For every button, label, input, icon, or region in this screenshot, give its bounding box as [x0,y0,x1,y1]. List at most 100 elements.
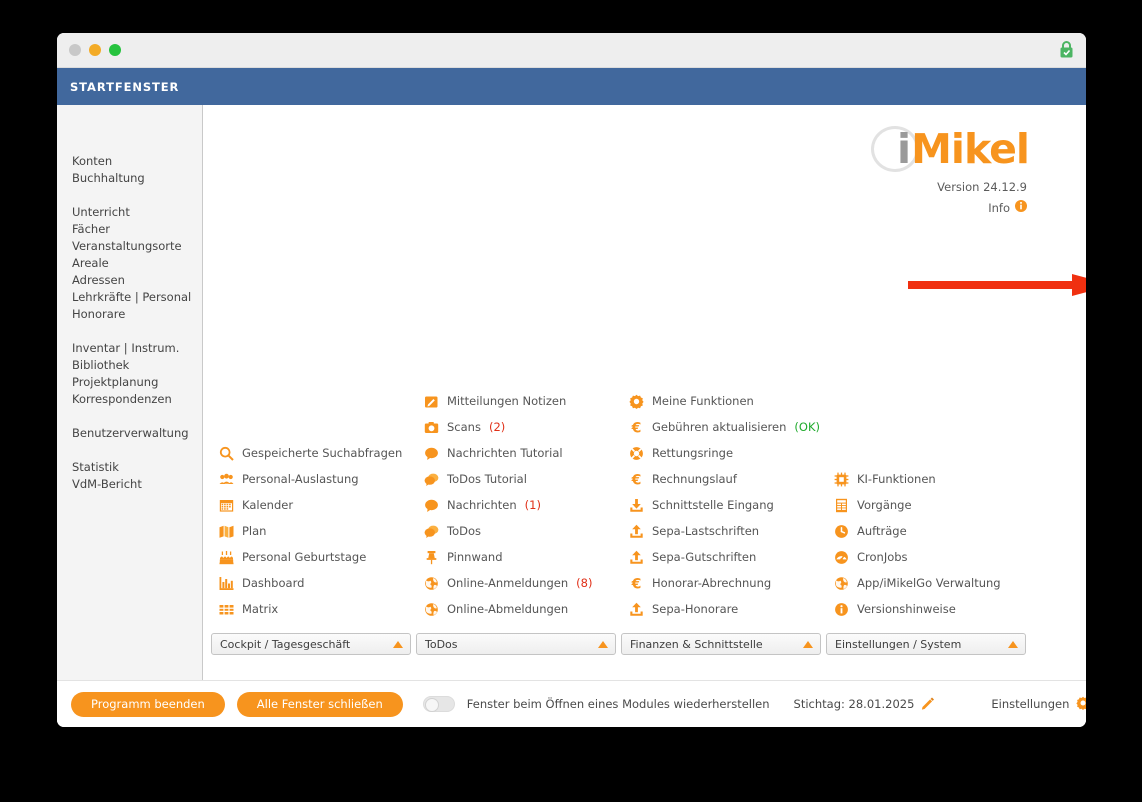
sidebar-item-buchhaltung[interactable]: Buchhaltung [57,170,202,187]
euro-icon: € [629,420,644,435]
module-label: Pinnwand [447,550,503,564]
pencil-icon[interactable] [921,696,935,713]
minimize-window-button[interactable] [89,44,101,56]
module-dashboard[interactable]: Dashboard [211,570,416,596]
stichtag-field[interactable]: Stichtag: 28.01.2025 [794,696,936,713]
sidebar-item-honorare[interactable]: Honorare [57,306,202,323]
module-label: Matrix [242,602,279,616]
svg-text:€: € [631,420,642,435]
sidebar-item-faecher[interactable]: Fächer [57,221,202,238]
module-app-imikelgo-verwaltung[interactable]: App/iMikelGo Verwaltung [826,570,1031,596]
module-label: Schnittstelle Eingang [652,498,774,512]
module-personal-auslastung[interactable]: Personal-Auslastung [211,466,416,492]
tab-label: Finanzen & Schnittstelle [630,637,763,651]
info-link[interactable]: Info [769,200,1029,215]
document-list-icon [834,498,849,513]
clock-icon [834,524,849,539]
module-pinnwand[interactable]: Pinnwand [416,544,621,570]
module-label: Dashboard [242,576,305,590]
module-label: Scans [447,420,481,434]
module-label: Personal-Auslastung [242,472,359,486]
version-label: Version 24.12.9 [937,180,1027,194]
close-window-button[interactable] [69,44,81,56]
module-plan[interactable]: Plan [211,518,416,544]
upload-icon [629,524,644,539]
module-label: Gebühren aktualisieren [652,420,787,434]
module-auftraege[interactable]: Aufträge [826,518,1031,544]
sidebar-item-korrespondenzen[interactable]: Korrespondenzen [57,391,202,408]
module-ki-funktionen[interactable]: KI-Funktionen [826,466,1031,492]
module-personal-geburtstage[interactable]: Personal Geburtstage [211,544,416,570]
speech-bubble-icon [424,446,439,461]
module-honorar-abrechnung[interactable]: € Honorar-Abrechnung [621,570,826,596]
sidebar-item-inventar-instrum[interactable]: Inventar | Instrum. [57,340,202,357]
sidebar-item-benutzerverwaltung[interactable]: Benutzerverwaltung [57,425,202,442]
module-label: Nachrichten [447,498,517,512]
sidebar-item-bibliothek[interactable]: Bibliothek [57,357,202,374]
tab-todos[interactable]: ToDos [416,633,616,655]
module-rechnungslauf[interactable]: € Rechnungslauf [621,466,826,492]
settings-button[interactable]: Einstellungen [991,696,1086,713]
module-scans[interactable]: Scans (2) [416,414,621,440]
module-nachrichten[interactable]: Nachrichten (1) [416,492,621,518]
module-label: Honorar-Abrechnung [652,576,772,590]
sidebar-item-konten[interactable]: Konten [57,153,202,170]
module-gebuehren-aktualisieren[interactable]: € Gebühren aktualisieren (OK) [621,414,826,440]
module-schnittstelle-eingang[interactable]: Schnittstelle Eingang [621,492,826,518]
sidebar-item-projektplanung[interactable]: Projektplanung [57,374,202,391]
module-cronjobs[interactable]: CronJobs [826,544,1031,570]
module-vorgaenge[interactable]: Vorgänge [826,492,1031,518]
toggle-knob [424,698,439,712]
module-sepa-honorare[interactable]: Sepa-Honorare [621,596,826,622]
module-column-todos: Mitteilungen Notizen Scans (2) Nachricht… [416,388,621,622]
badge-status: (OK) [794,420,820,434]
module-label: Sepa-Honorare [652,602,739,616]
restore-windows-toggle[interactable] [422,696,455,712]
module-label: Aufträge [857,524,907,538]
sidebar-item-statistik[interactable]: Statistik [57,459,202,476]
module-label: Mitteilungen Notizen [447,394,567,408]
tab-einstellungen-system[interactable]: Einstellungen / System [826,633,1026,655]
module-label: Personal Geburtstage [242,550,367,564]
chevron-up-icon [803,640,813,648]
sidebar-item-vdm-bericht[interactable]: VdM-Bericht [57,476,202,493]
tab-finanzen-schnittstelle[interactable]: Finanzen & Schnittstelle [621,633,821,655]
module-online-anmeldungen[interactable]: Online-Anmeldungen (8) [416,570,621,596]
grid-table-icon [219,602,234,617]
module-meine-funktionen[interactable]: Meine Funktionen [621,388,826,414]
module-versionshinweise[interactable]: Versionshinweise [826,596,1031,622]
badge-count: (2) [488,420,506,434]
module-label: CronJobs [857,550,908,564]
map-icon [219,524,234,539]
module-sepa-lastschriften[interactable]: Sepa-Lastschriften [621,518,826,544]
calendar-icon [219,498,234,513]
maximize-window-button[interactable] [109,44,121,56]
sidebar-divider [57,323,202,340]
module-online-abmeldungen[interactable]: Online-Abmeldungen [416,596,621,622]
close-all-windows-button[interactable]: Alle Fenster schließen [236,691,403,717]
module-gespeicherte-suchabfragen[interactable]: Gespeicherte Suchabfragen [211,440,416,466]
sidebar-item-lehrkraefte-personal[interactable]: Lehrkräfte | Personal [57,289,202,306]
sidebar-item-adressen[interactable]: Adressen [57,272,202,289]
tab-cockpit-tagesgeschaeft[interactable]: Cockpit / Tagesgeschäft [211,633,411,655]
module-kalender[interactable]: Kalender [211,492,416,518]
module-todos-tutorial[interactable]: ToDos Tutorial [416,466,621,492]
gear-icon[interactable] [1076,696,1086,713]
sidebar-divider [57,442,202,459]
badge-count: (1) [524,498,541,512]
module-label: Online-Abmeldungen [447,602,569,616]
sidebar-item-areale[interactable]: Areale [57,255,202,272]
sidebar-item-veranstaltungsorte[interactable]: Veranstaltungsorte [57,238,202,255]
brand-logo-block: i Mikel Version 24.12.9 Info [769,124,1030,215]
sidebar-item-unterricht[interactable]: Unterricht [57,204,202,221]
module-column-cockpit: Gespeicherte Suchabfragen Personal-Ausla… [211,388,416,622]
bottom-toolbar: Programm beenden Alle Fenster schließen … [57,680,1086,727]
lifebuoy-icon [629,446,644,461]
module-mitteilungen-notizen[interactable]: Mitteilungen Notizen [416,388,621,414]
module-todos[interactable]: ToDos [416,518,621,544]
module-nachrichten-tutorial[interactable]: Nachrichten Tutorial [416,440,621,466]
module-sepa-gutschriften[interactable]: Sepa-Gutschriften [621,544,826,570]
module-rettungsringe[interactable]: Rettungsringe [621,440,826,466]
module-matrix[interactable]: Matrix [211,596,416,622]
quit-program-button[interactable]: Programm beenden [71,691,225,717]
